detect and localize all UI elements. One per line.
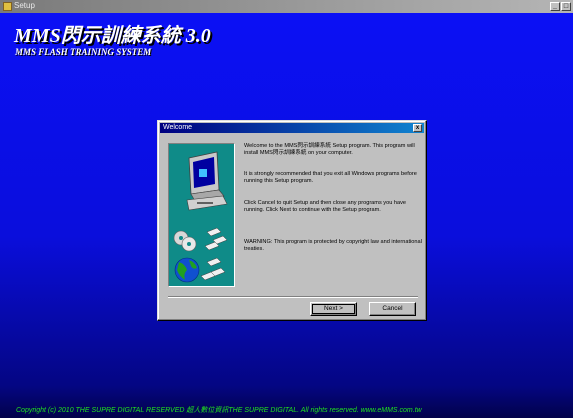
dialog-title: Welcome [163,124,193,131]
dialog-title-bar: Welcome x [160,123,424,133]
cancel-button[interactable]: Cancel [369,302,416,316]
welcome-paragraph: Welcome to the MMS閃示訓練系統 Setup program. … [244,143,415,156]
app-subtitle: MMS FLASH TRAINING SYSTEM [15,47,152,57]
exit-programs-paragraph: It is strongly recommended that you exit… [244,171,417,184]
setup-app-icon [3,2,12,11]
discs-icon [173,227,228,252]
welcome-dialog: Welcome x Welcome to the MMS閃示訓練系統 Setup… [157,120,427,321]
next-button[interactable]: Next > [310,302,357,316]
copyright-text: Copyright (c) 2010 THE SUPRE DIGITAL RES… [16,407,422,414]
instructions-paragraph: Click Cancel to quit Setup and then clos… [244,200,407,213]
maximize-button[interactable]: □ [561,2,571,11]
minimize-button[interactable]: _ [550,2,560,11]
warning-paragraph: WARNING: This program is protected by co… [244,239,422,252]
globe-icon [174,257,226,283]
setup-illustration [173,151,228,283]
window-title: Setup [14,1,35,10]
setup-art-panel [168,143,235,287]
computer-icon [186,151,228,211]
close-icon[interactable]: x [413,124,422,132]
dialog-separator [168,296,418,298]
window-title-bar: Setup _ □ [0,0,573,13]
app-title: MMS閃示訓練系統 3.0 [14,25,211,47]
